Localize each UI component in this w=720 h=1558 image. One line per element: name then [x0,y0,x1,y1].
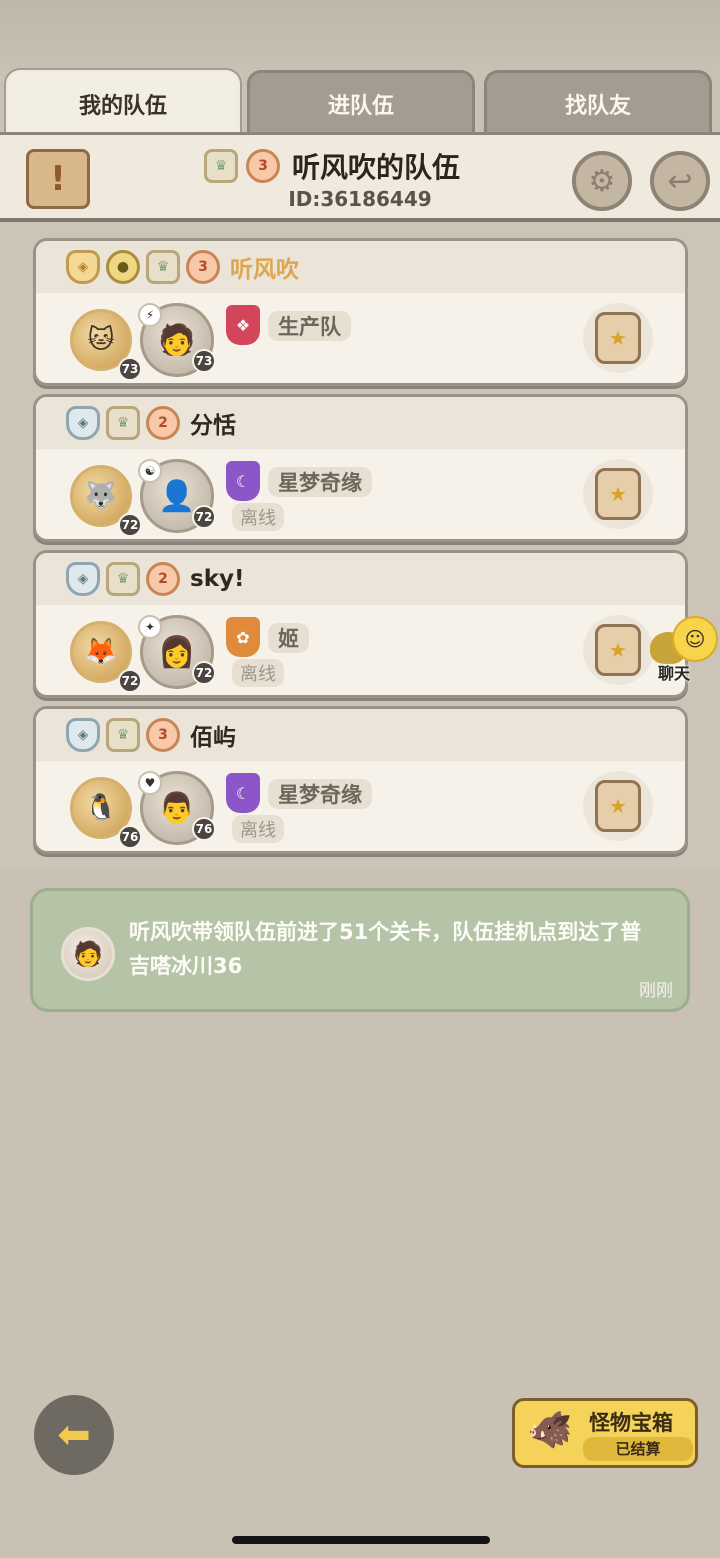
avatar: 🧑 [61,927,115,981]
character-level: 76 [192,817,216,841]
team-title-row: ♛ 3 听风吹的队伍 [204,143,460,189]
pet-level: 72 [118,669,142,693]
member-card[interactable]: ◈ ● ♛ 3 听风吹 🐱 🧑 ⚡ 73 73 ❖ 生产队 ★ [33,238,688,386]
element-tag-icon: ✦ [138,615,162,639]
character-level: 72 [192,505,216,529]
rank-badge-icon: 3 [146,718,180,752]
tab-my-team[interactable]: 我的队伍 [6,70,240,134]
member-card-header: ◈ ● ♛ 3 听风吹 [36,241,685,293]
rank-badge-icon: 3 [186,250,220,284]
team-title: 听风吹的队伍 [292,151,461,184]
guild-name: 星梦奇缘 [268,467,372,497]
member-card-header: ◈ ♛ 3 佰屿 [36,709,685,761]
crown-badge-icon: ♛ [146,250,180,284]
guild-flag-icon: ☾ [226,461,260,501]
smiley-icon: ☺ [672,616,718,662]
status-badge: 离线 [232,659,284,687]
team-progress-notice: 🧑 听风吹带领队伍前进了51个关卡，队伍挂机点到达了普吉嗒冰川36 刚刚 [30,888,690,1012]
member-card[interactable]: ◈ ♛ 2 分恬 🐺 👤 ☯ 72 72 ☾ 星梦奇缘 离线 ★ [33,394,688,542]
member-card[interactable]: ◈ ♛ 2 sky! 🦊 👩 ✦ 72 72 ✿ 姬 离线 ★ [33,550,688,698]
element-tag-icon: ☯ [138,459,162,483]
home-indicator[interactable] [232,1536,490,1544]
leader-action-button[interactable]: ★ [583,303,653,373]
member-name: sky! [190,566,245,592]
pet-level: 76 [118,825,142,849]
guild-name: 生产队 [268,311,351,341]
element-tag-icon: ♥ [138,771,162,795]
guild-name: 星梦奇缘 [268,779,372,809]
notice-time: 刚刚 [639,981,673,1001]
tab-find-teammates[interactable]: 找队友 [484,70,712,134]
pet-level: 73 [118,357,142,381]
like-button[interactable]: ★ [583,771,653,841]
star-hand-icon: ★ [595,780,641,832]
notice-text: 听风吹带领队伍前进了51个关卡，队伍挂机点到达了普吉嗒冰川36 [129,920,642,978]
chat-label: 聊天 [658,664,691,683]
crown-badge-icon: ♛ [106,562,140,596]
shield-badge-icon: ◈ [66,250,100,284]
gear-icon[interactable]: ⚙ [572,151,632,211]
character-level: 72 [192,661,216,685]
tab-bar: 我的队伍 进队伍 找队友 [6,70,714,134]
shield-badge-icon: ◈ [66,562,100,596]
star-hand-icon: ★ [595,624,641,676]
star-hand-icon: ★ [595,468,641,520]
rank-badge-icon: 2 [146,406,180,440]
chat-button[interactable]: ☺ 聊天 [646,614,720,684]
tab-join-team[interactable]: 进队伍 [247,70,475,134]
member-card[interactable]: ◈ ♛ 3 佰屿 🐧 👨 ♥ 76 76 ☾ 星梦奇缘 离线 ★ [33,706,688,854]
element-tag-icon: ⚡ [138,303,162,327]
crown-badge-icon: ♛ [204,149,238,183]
guild-flag-icon: ☾ [226,773,260,813]
rank-badge-icon: 2 [146,562,180,596]
pet-level: 72 [118,513,142,537]
member-name: 佰屿 [190,725,236,751]
status-bar-area [0,0,720,70]
member-name: 分恬 [190,413,236,439]
like-button[interactable]: ★ [583,459,653,529]
crown-badge-icon: ♛ [106,406,140,440]
guild-name: 姬 [268,623,309,653]
guild-flag-icon: ✿ [226,617,260,657]
like-button[interactable]: ★ [583,615,653,685]
shield-badge-icon: ◈ [66,406,100,440]
crown-badge-icon: ♛ [106,718,140,752]
chest-status: 已结算 [583,1437,693,1461]
member-name: 听风吹 [230,257,299,283]
status-badge: 离线 [232,503,284,531]
member-list: ◈ ● ♛ 3 听风吹 🐱 🧑 ⚡ 73 73 ❖ 生产队 ★ ◈ ♛ 2 分恬… [0,222,720,870]
member-card-header: ◈ ♛ 2 sky! [36,553,685,605]
exit-arrow-icon[interactable]: ↩ [650,151,710,211]
team-header: ! ♛ 3 听风吹的队伍 ID:36186449 ⚙ ↩ [0,132,720,222]
monster-chest-button[interactable]: 🐗 怪物宝箱 已结算 [512,1398,698,1468]
back-arrow-icon[interactable]: ⬅ [34,1395,114,1475]
star-hand-icon: ★ [595,312,641,364]
chest-title: 怪物宝箱 [589,1411,673,1435]
rank-badge-icon: 3 [246,149,280,183]
guild-flag-icon: ❖ [226,305,260,345]
pet-badge-icon: ● [106,250,140,284]
boar-chest-icon: 🐗 [527,1410,573,1451]
shield-badge-icon: ◈ [66,718,100,752]
character-level: 73 [192,349,216,373]
status-badge: 离线 [232,815,284,843]
member-card-header: ◈ ♛ 2 分恬 [36,397,685,449]
